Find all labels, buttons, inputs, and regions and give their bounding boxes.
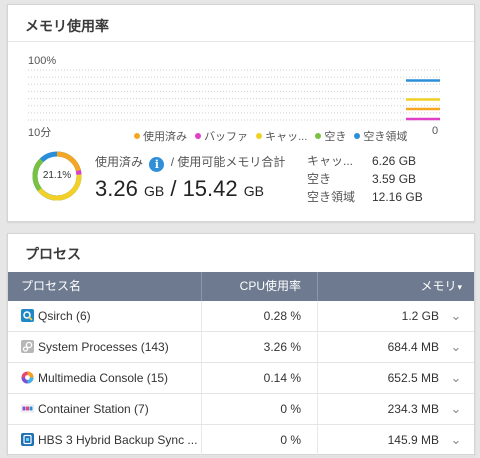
legend-label: 空き領域	[363, 131, 408, 143]
column-divider	[201, 363, 202, 393]
donut-percent: 21.1%	[42, 170, 72, 181]
column-divider	[317, 301, 318, 331]
column-divider[interactable]	[201, 272, 202, 301]
chevron-down-icon[interactable]: ⌄	[449, 425, 463, 455]
qsirch-icon	[21, 309, 34, 322]
table-row[interactable]: Container Station (7) 0 % 234.3 MB ⌄	[8, 394, 474, 425]
total-value: 15.42	[182, 176, 238, 201]
memory-chart-svg	[28, 69, 440, 121]
column-header-memory-label: メモリ	[420, 279, 457, 293]
legend-dot	[256, 133, 263, 139]
total-unit: GB	[243, 183, 264, 199]
multimedia-console-icon	[21, 371, 34, 384]
info-icon[interactable]: i	[149, 157, 165, 172]
process-name: Multimedia Console (15)	[38, 371, 169, 385]
process-panel: プロセス プロセス名 CPU使用率 メモリ▾ Qsirch (6) 0.28 %…	[7, 233, 475, 456]
x-axis-end-label: 0	[432, 125, 439, 137]
process-cpu: 0 %	[280, 433, 301, 447]
detail-row-free: 空き 3.59 GB	[307, 170, 423, 188]
value-separator: /	[170, 176, 177, 201]
legend-dot	[134, 133, 140, 139]
detail-row-cache: キャッ... 6.26 GB	[307, 152, 423, 170]
legend-available: 空き領域	[354, 128, 407, 144]
legend-buffer: バッファ	[195, 128, 248, 144]
column-divider	[201, 394, 202, 424]
process-title: プロセス	[25, 246, 81, 262]
memory-values: 3.26 GB / 15.42 GB	[95, 176, 264, 202]
system-processes-icon	[21, 340, 34, 353]
legend-label: 空き	[324, 131, 347, 143]
legend-cache: キャッ...	[256, 128, 307, 144]
table-row[interactable]: Qsirch (6) 0.28 % 1.2 GB ⌄	[8, 301, 474, 332]
hbs3-icon	[21, 433, 34, 446]
detail-row-available: 空き領域 12.16 GB	[307, 188, 423, 206]
detail-label: キャッ...	[307, 154, 354, 168]
legend-used: 使用済み	[134, 128, 187, 144]
process-memory: 684.4 MB	[387, 340, 439, 354]
chevron-down-icon[interactable]: ⌄	[449, 332, 463, 362]
legend-dot	[195, 133, 202, 139]
legend-label: 使用済み	[143, 131, 187, 143]
legend-dot	[315, 133, 322, 139]
table-row[interactable]: System Processes (143) 3.26 % 684.4 MB ⌄	[8, 332, 474, 363]
detail-value: 3.59 GB	[372, 172, 417, 186]
column-divider	[317, 332, 318, 362]
column-divider	[317, 363, 318, 393]
process-name: Container Station (7)	[38, 402, 149, 416]
process-memory: 145.9 MB	[387, 433, 439, 447]
column-header-memory[interactable]: メモリ▾	[338, 272, 462, 301]
process-memory: 652.5 MB	[387, 371, 439, 385]
legend-dot	[354, 133, 361, 139]
process-cpu: 0 %	[280, 402, 301, 416]
column-divider	[317, 394, 318, 424]
table-row[interactable]: HBS 3 Hybrid Backup Sync ... 0 % 145.9 M…	[8, 425, 474, 456]
chevron-down-icon[interactable]: ⌄	[449, 394, 463, 424]
column-header-cpu[interactable]: CPU使用率	[208, 272, 301, 301]
total-label: / 使用可能メモリ合計	[170, 155, 286, 169]
process-name: System Processes (143)	[38, 340, 169, 354]
chevron-down-icon[interactable]: ⌄	[449, 363, 463, 393]
memory-details: キャッ... 6.26 GB 空き 3.59 GB 空き領域 12.16 GB	[307, 152, 423, 206]
chevron-down-icon[interactable]: ⌄	[449, 301, 463, 331]
detail-value: 6.26 GB	[372, 154, 417, 168]
column-divider	[201, 301, 202, 331]
legend-free: 空き	[315, 128, 346, 144]
process-cpu: 3.26 %	[263, 340, 301, 354]
used-unit: GB	[143, 183, 165, 199]
process-name: HBS 3 Hybrid Backup Sync ...	[38, 433, 198, 447]
detail-value: 12.16 GB	[372, 190, 423, 204]
used-value: 3.26	[95, 176, 138, 201]
column-header-name[interactable]: プロセス名	[21, 272, 81, 301]
sort-desc-icon: ▾	[457, 282, 462, 292]
column-divider[interactable]	[317, 272, 318, 301]
table-header: プロセス名 CPU使用率 メモリ▾	[8, 272, 474, 301]
column-divider	[201, 332, 202, 362]
process-memory: 234.3 MB	[387, 402, 439, 416]
column-divider	[201, 425, 202, 455]
memory-usage-title: メモリ使用率	[25, 18, 109, 34]
container-station-icon	[21, 404, 34, 413]
used-label: 使用済み	[95, 155, 144, 169]
process-cpu: 0.28 %	[263, 309, 301, 323]
legend-label: バッファ	[204, 131, 249, 143]
x-axis-start-label: 10分	[28, 127, 52, 139]
process-cpu: 0.14 %	[263, 371, 301, 385]
used-caption: 使用済み i / 使用可能メモリ合計	[95, 153, 285, 172]
legend-label: キャッ...	[265, 131, 308, 143]
process-table: プロセス名 CPU使用率 メモリ▾ Qsirch (6) 0.28 % 1.2 …	[8, 272, 474, 456]
process-name: Qsirch (6)	[38, 309, 91, 323]
table-row[interactable]: Multimedia Console (15) 0.14 % 652.5 MB …	[8, 363, 474, 394]
detail-label: 空き	[307, 172, 332, 186]
detail-label: 空き領域	[307, 190, 356, 204]
column-divider	[317, 425, 318, 455]
title-divider	[8, 41, 474, 42]
process-memory: 1.2 GB	[401, 309, 439, 323]
chart-legend: 使用済み バッファ キャッ... 空き 空き領域	[134, 128, 412, 144]
